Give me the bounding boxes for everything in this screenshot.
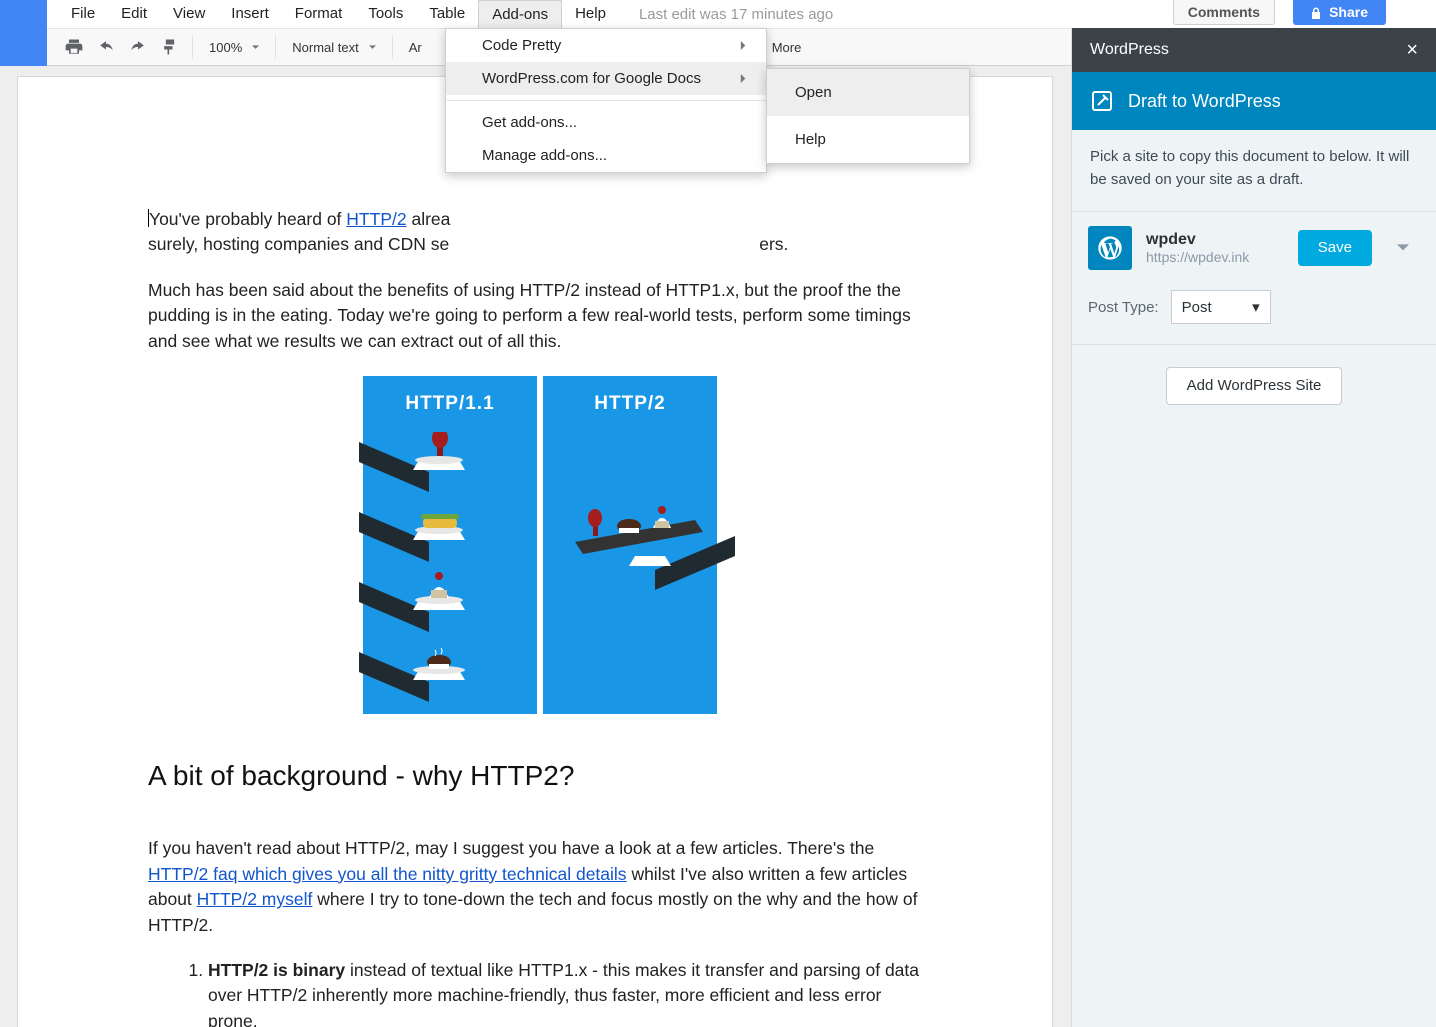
waiter-arm-icon <box>359 432 469 502</box>
style-value: Normal text <box>292 40 358 55</box>
menu-edit[interactable]: Edit <box>108 0 160 28</box>
more-label: More <box>772 40 802 55</box>
addon-label: Code Pretty <box>482 37 561 54</box>
share-label: Share <box>1329 0 1368 25</box>
site-name: wpdev <box>1146 231 1249 249</box>
ordered-list[interactable]: HTTP/2 is binary instead of textual like… <box>148 958 932 1027</box>
docs-logo-block-lower <box>0 28 47 66</box>
menu-tools[interactable]: Tools <box>355 0 416 28</box>
font-dropdown[interactable]: Ar <box>399 32 432 62</box>
illus-title-left: HTTP/1.1 <box>405 390 494 418</box>
close-icon[interactable]: × <box>1406 39 1418 62</box>
add-ons-menu: Code Pretty WordPress.com for Google Doc… <box>445 28 767 173</box>
paragraph[interactable]: If you haven't read about HTTP/2, may I … <box>148 836 932 938</box>
wordpress-sidebar: WordPress × Draft to WordPress Pick a si… <box>1071 28 1436 1027</box>
post-type-value: Post <box>1182 299 1212 316</box>
menu-table[interactable]: Table <box>416 0 478 28</box>
sidebar-header: WordPress × <box>1072 28 1436 72</box>
link-faq[interactable]: HTTP/2 faq which gives you all the nitty… <box>148 864 627 884</box>
save-button[interactable]: Save <box>1298 230 1372 266</box>
menu-bar: File Edit View Insert Format Tools Table… <box>0 0 1436 28</box>
list-item[interactable]: HTTP/2 is binary instead of textual like… <box>208 958 932 1027</box>
post-type-row: Post Type: Post ▾ <box>1072 284 1436 345</box>
print-icon[interactable] <box>64 37 84 57</box>
site-url: https://wpdev.ink <box>1146 249 1249 265</box>
addon-wordpress[interactable]: WordPress.com for Google Docs <box>446 62 766 95</box>
menu-add-ons[interactable]: Add-ons <box>478 0 562 28</box>
text-run: If you haven't read about HTTP/2, may I … <box>148 838 874 858</box>
menu-view[interactable]: View <box>160 0 218 28</box>
paragraph[interactable]: You've probably heard of HTTP/2 alrea sur… <box>148 207 932 258</box>
menu-help[interactable]: Help <box>562 0 619 28</box>
chevron-right-icon <box>739 41 748 50</box>
zoom-dropdown[interactable]: 100% <box>199 32 269 62</box>
text-run: surely, hosting companies and CDN se <box>148 234 449 254</box>
addon-label: WordPress.com for Google Docs <box>482 70 701 87</box>
document-page[interactable]: You've probably heard of HTTP/2 alrea sur… <box>17 76 1053 1027</box>
manage-add-ons[interactable]: Manage add-ons... <box>446 139 766 172</box>
toolbar-separator <box>275 35 276 59</box>
illus-panel-left: HTTP/1.1 <box>363 376 537 714</box>
draft-icon <box>1090 89 1114 113</box>
link-http2[interactable]: HTTP/2 <box>346 209 406 229</box>
text-run: You've probably heard of <box>149 209 346 229</box>
more-dropdown[interactable]: More <box>762 32 820 62</box>
chevron-down-icon <box>369 44 376 51</box>
heading[interactable]: A bit of background - why HTTP2? <box>148 756 932 797</box>
menu-separator <box>446 100 766 101</box>
site-meta: wpdev https://wpdev.ink <box>1146 231 1249 265</box>
undo-icon[interactable] <box>96 37 116 57</box>
illus-title-right: HTTP/2 <box>594 390 665 418</box>
site-options-dropdown[interactable] <box>1386 230 1420 266</box>
banner-label: Draft to WordPress <box>1128 91 1281 112</box>
addon-submenu: Open Help <box>766 68 970 164</box>
menu-label: Manage add-ons... <box>482 147 607 164</box>
link-myself[interactable]: HTTP/2 myself <box>197 889 313 909</box>
add-wordpress-site-button[interactable]: Add WordPress Site <box>1166 367 1343 405</box>
chevron-down-icon: ▾ <box>1252 298 1260 316</box>
text-run: ers. <box>759 234 788 254</box>
document-canvas[interactable]: You've probably heard of HTTP/2 alrea sur… <box>0 66 1071 1027</box>
submenu-help[interactable]: Help <box>767 116 969 163</box>
redo-icon[interactable] <box>128 37 148 57</box>
addon-code-pretty[interactable]: Code Pretty <box>446 29 766 62</box>
sidebar-title: WordPress <box>1090 41 1169 59</box>
menu-file[interactable]: File <box>58 0 108 28</box>
illustration: HTTP/1.1 HTTP/2 <box>148 376 932 714</box>
share-button[interactable]: Share <box>1293 0 1386 25</box>
sidebar-info: Pick a site to copy this document to bel… <box>1072 130 1436 212</box>
font-value: Ar <box>409 40 422 55</box>
style-dropdown[interactable]: Normal text <box>282 32 385 62</box>
wordpress-icon <box>1096 234 1124 262</box>
draft-banner: Draft to WordPress <box>1072 72 1436 130</box>
toolbar-separator <box>192 35 193 59</box>
site-row: wpdev https://wpdev.ink Save <box>1072 212 1436 284</box>
get-add-ons[interactable]: Get add-ons... <box>446 106 766 139</box>
chevron-right-icon <box>739 74 748 83</box>
waiter-arm-icon <box>359 642 469 712</box>
comments-button[interactable]: Comments <box>1173 0 1275 25</box>
post-type-select[interactable]: Post ▾ <box>1171 290 1271 324</box>
lock-icon <box>1311 7 1321 19</box>
wordpress-logo <box>1088 226 1132 270</box>
menu-label: Get add-ons... <box>482 114 577 131</box>
docs-logo-block[interactable] <box>0 0 47 28</box>
menu-format[interactable]: Format <box>282 0 356 28</box>
chevron-down-icon <box>252 44 259 51</box>
menu-insert[interactable]: Insert <box>218 0 282 28</box>
post-type-label: Post Type: <box>1088 299 1159 316</box>
waiter-arm-icon <box>359 572 469 642</box>
submenu-open[interactable]: Open <box>767 69 969 116</box>
text-run: alrea <box>407 209 451 229</box>
toolbar-separator <box>392 35 393 59</box>
bold-run: HTTP/2 is binary <box>208 960 345 980</box>
chevron-down-icon <box>1397 242 1409 254</box>
paint-format-icon[interactable] <box>160 37 180 57</box>
waiter-tray-icon <box>575 506 735 596</box>
paragraph[interactable]: Much has been said about the benefits of… <box>148 278 932 354</box>
illus-panel-right: HTTP/2 <box>543 376 717 714</box>
last-edit-text: Last edit was 17 minutes ago <box>639 6 833 23</box>
zoom-value: 100% <box>209 40 242 55</box>
waiter-arm-icon <box>359 502 469 572</box>
